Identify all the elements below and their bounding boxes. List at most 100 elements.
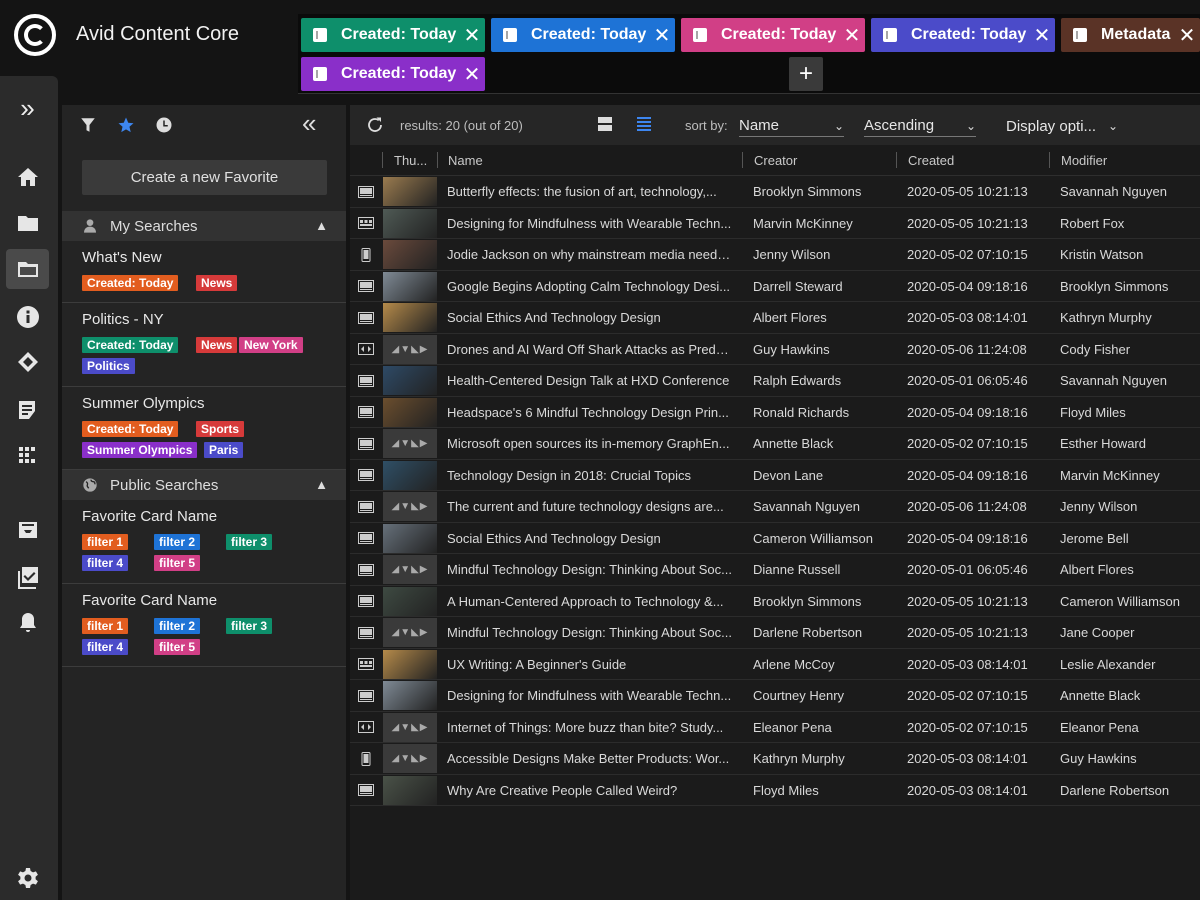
search-tab[interactable]: Created: Today ✕	[491, 18, 675, 52]
home-icon[interactable]	[6, 157, 49, 197]
table-row[interactable]: ◢▼◣▶ Accessible Designs Make Better Produ…	[350, 743, 1200, 775]
thumbnail-image[interactable]	[383, 460, 437, 490]
thumbnail-placeholder[interactable]: ◢▼◣▶	[383, 429, 437, 458]
filter-tag[interactable]: New York	[239, 337, 303, 353]
close-tab-icon[interactable]: ✕	[459, 23, 485, 48]
table-row[interactable]: ◢▼◣▶ Internet of Things: More buzz than b…	[350, 712, 1200, 743]
column-divider[interactable]	[1049, 152, 1050, 168]
add-tab-button[interactable]: +	[789, 57, 823, 91]
table-row[interactable]: Designing for Mindfulness with Wearable …	[350, 208, 1200, 239]
thumbnail-image[interactable]	[383, 208, 437, 238]
grid-icon[interactable]	[6, 436, 49, 476]
thumbnail-placeholder[interactable]: ◢▼◣▶	[383, 618, 437, 647]
expand-rail-button[interactable]: »	[6, 88, 49, 128]
search-tab[interactable]: Created: Today ✕	[301, 57, 485, 91]
folder-open-icon[interactable]	[6, 249, 49, 289]
checklist-icon[interactable]	[6, 390, 49, 430]
table-row[interactable]: Technology Design in 2018: Crucial Topic…	[350, 460, 1200, 491]
filter-tag[interactable]: Created: Today	[82, 337, 179, 353]
filter-tag[interactable]: filter 1	[82, 618, 129, 634]
close-tab-icon[interactable]: ✕	[1029, 23, 1055, 48]
table-row[interactable]: ◢▼◣▶ Drones and AI Ward Off Shark Attacks…	[350, 334, 1200, 365]
favorite-card[interactable]: What's New Created: Today News	[62, 241, 346, 303]
close-tab-icon[interactable]: ✕	[1174, 23, 1200, 48]
thumbnail-image[interactable]	[383, 649, 437, 679]
filter-tag[interactable]: filter 3	[226, 534, 273, 550]
table-row[interactable]: ◢▼◣▶ The current and future technology de…	[350, 491, 1200, 523]
table-row[interactable]: Social Ethics And Technology Design Camer…	[350, 523, 1200, 554]
search-tab[interactable]: Metadata ✕	[1061, 18, 1200, 52]
card-view-icon[interactable]	[597, 116, 613, 132]
avid-logo-icon[interactable]	[14, 14, 56, 56]
search-tab[interactable]: Created: Today ✕	[871, 18, 1055, 52]
table-row[interactable]: Social Ethics And Technology Design Alber…	[350, 302, 1200, 334]
display-options-select[interactable]: Display opti... ⌄	[1006, 115, 1118, 137]
thumbnail-placeholder[interactable]: ◢▼◣▶	[383, 492, 437, 521]
list-view-icon[interactable]	[636, 116, 652, 132]
info-icon[interactable]	[6, 297, 49, 337]
clock-icon[interactable]	[154, 115, 174, 135]
favorite-card[interactable]: Favorite Card Name filter 1 filter 2 filter…	[62, 500, 346, 584]
thumbnail-image[interactable]	[383, 681, 437, 710]
thumbnail-image[interactable]	[383, 397, 437, 427]
thumbnail-image[interactable]	[383, 177, 437, 206]
filter-tag[interactable]: filter 3	[226, 618, 273, 634]
tasks-icon[interactable]	[6, 557, 49, 597]
filter-icon[interactable]	[78, 115, 98, 135]
filter-tag[interactable]: Summer Olympics	[82, 442, 198, 458]
my-searches-header[interactable]: My Searches ▲	[62, 211, 346, 241]
thumbnail-placeholder[interactable]: ◢▼◣▶	[383, 744, 437, 773]
column-divider[interactable]	[742, 152, 743, 168]
sort-order-select[interactable]: Ascending ⌄	[864, 115, 976, 137]
table-row[interactable]: Google Begins Adopting Calm Technology D…	[350, 271, 1200, 302]
column-header-name[interactable]: Name	[448, 153, 483, 168]
filter-tag[interactable]: filter 4	[82, 555, 129, 571]
search-tab[interactable]: Created: Today ✕	[681, 18, 865, 52]
table-row[interactable]: A Human-Centered Approach to Technology …	[350, 586, 1200, 617]
thumbnail-image[interactable]	[383, 775, 437, 805]
table-row[interactable]: ◢▼◣▶ Mindful Technology Design: Thinking …	[350, 554, 1200, 586]
thumbnail-placeholder[interactable]: ◢▼◣▶	[383, 334, 437, 364]
thumbnail-placeholder[interactable]: ◢▼◣▶	[383, 555, 437, 584]
table-row[interactable]: Headspace's 6 Mindful Technology Design …	[350, 397, 1200, 428]
filter-tag[interactable]: Paris	[204, 442, 244, 458]
column-header-thumbnail[interactable]: Thu...	[394, 153, 427, 168]
create-favorite-button[interactable]: Create a new Favorite	[82, 160, 327, 195]
thumbnail-image[interactable]	[383, 366, 437, 395]
chevron-up-icon[interactable]: ▲	[315, 218, 328, 233]
column-divider[interactable]	[437, 152, 438, 168]
table-row[interactable]: Why Are Creative People Called Weird? Flo…	[350, 775, 1200, 806]
thumbnail-image[interactable]	[383, 303, 437, 332]
filter-tag[interactable]: filter 2	[154, 618, 201, 634]
filter-tag[interactable]: filter 2	[154, 534, 201, 550]
filter-tag[interactable]: Politics	[82, 358, 135, 374]
star-icon[interactable]	[116, 115, 136, 135]
table-row[interactable]: Designing for Mindfulness with Wearable …	[350, 680, 1200, 712]
thumbnail-image[interactable]	[383, 271, 437, 301]
table-row[interactable]: ◢▼◣▶ Mindful Technology Design: Thinking …	[350, 617, 1200, 649]
favorite-card[interactable]: Favorite Card Name filter 1 filter 2 filter…	[62, 584, 346, 667]
column-divider[interactable]	[382, 152, 383, 168]
bell-icon[interactable]	[6, 603, 49, 643]
filter-tag[interactable]: News	[196, 337, 238, 353]
filter-tag[interactable]: filter 5	[154, 639, 201, 655]
table-row[interactable]: Health-Centered Design Talk at HXD Confe…	[350, 365, 1200, 397]
table-row[interactable]: ◢▼◣▶ Microsoft open sources its in-memory…	[350, 428, 1200, 460]
search-tab[interactable]: Created: Today ✕	[301, 18, 485, 52]
sort-field-select[interactable]: Name ⌄	[739, 115, 844, 137]
favorite-card[interactable]: Summer Olympics Created: Today Sports Summe…	[62, 387, 346, 470]
chevron-up-icon[interactable]: ▲	[315, 477, 328, 492]
filter-tag[interactable]: Sports	[196, 421, 245, 437]
filter-tag[interactable]: Created: Today	[82, 421, 179, 437]
thumbnail-image[interactable]	[383, 586, 437, 616]
table-row[interactable]: Butterfly effects: the fusion of art, te…	[350, 176, 1200, 208]
close-tab-icon[interactable]: ✕	[839, 23, 865, 48]
collapse-panel-icon[interactable]: «	[302, 110, 316, 136]
close-tab-icon[interactable]: ✕	[459, 62, 485, 87]
column-header-creator[interactable]: Creator	[754, 153, 797, 168]
close-tab-icon[interactable]: ✕	[649, 23, 675, 48]
filter-tag[interactable]: Created: Today	[82, 275, 179, 291]
thumbnail-placeholder[interactable]: ◢▼◣▶	[383, 712, 437, 742]
link-icon[interactable]	[6, 342, 49, 382]
column-header-modifier[interactable]: Modifier	[1061, 153, 1107, 168]
